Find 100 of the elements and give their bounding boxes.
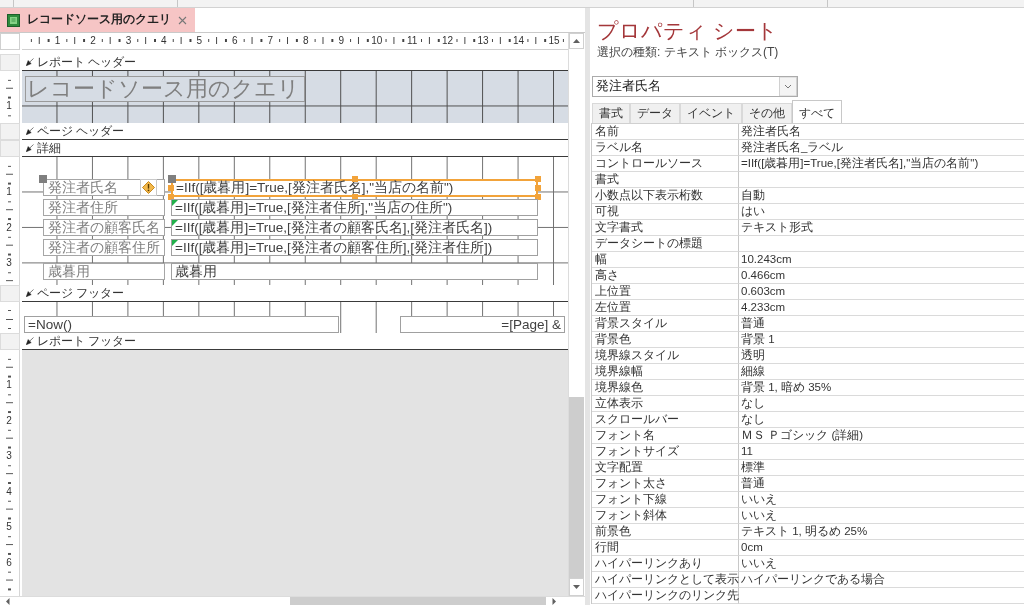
text-box[interactable]: =IIf([歳暮用]=True,[発注者住所],"当店の住所")	[171, 199, 538, 216]
property-name: 幅	[592, 252, 739, 268]
ruler-number: 3	[6, 258, 13, 269]
property-value-field[interactable]: 標準	[739, 460, 1024, 476]
document-tab[interactable]: レコードソース用のクエリ	[0, 8, 195, 32]
property-value-field[interactable]: 自動	[739, 188, 1024, 204]
property-value-field[interactable]: はい	[739, 204, 1024, 220]
ruler-number: 14	[513, 36, 525, 46]
field-label[interactable]: 歳暮用	[43, 263, 165, 280]
ruler-number: 6	[6, 557, 13, 568]
property-name: データシートの標題	[592, 236, 739, 252]
section-selector[interactable]	[0, 140, 20, 157]
property-name: 境界線幅	[592, 364, 739, 380]
property-value-field[interactable]: 4.233cm	[739, 300, 1024, 316]
property-name: ハイパーリンクのリンク先	[592, 588, 739, 604]
property-value-field[interactable]: 普通	[739, 316, 1024, 332]
text-box[interactable]: =[Page] &	[400, 316, 565, 333]
property-value-field[interactable]: 11	[739, 444, 1024, 460]
property-name: ハイパーリンクとして表示	[592, 572, 739, 588]
ruler-number: 1	[6, 187, 13, 198]
section-bar[interactable]: ページ ヘッダー	[22, 123, 568, 140]
property-name: 境界線スタイル	[592, 348, 739, 364]
property-value-field[interactable]: テキスト 1, 明るめ 25%	[739, 524, 1024, 540]
ruler-number: 2	[90, 36, 96, 46]
ruler-number: 5	[196, 36, 203, 46]
ruler-number: 2	[6, 222, 13, 233]
chevron-down-icon[interactable]	[779, 77, 797, 96]
property-name: 上位置	[592, 284, 739, 300]
ruler-number: 3	[125, 36, 132, 46]
section-bar[interactable]: レポート ヘッダー	[22, 54, 568, 71]
section-selector[interactable]	[0, 333, 20, 350]
text-box[interactable]: =Now()	[24, 316, 339, 333]
property-name: ハイパーリンクあり	[592, 556, 739, 572]
report-selector[interactable]	[0, 33, 20, 50]
field-label[interactable]: 発注者の顧客氏名	[43, 219, 165, 236]
section-selector[interactable]	[0, 54, 20, 71]
section-marker-icon	[26, 144, 34, 152]
scroll-down-icon[interactable]	[569, 578, 584, 596]
section-marker-icon	[26, 58, 34, 66]
property-value-field[interactable]: いいえ	[739, 556, 1024, 572]
ruler-number: 10	[371, 36, 383, 46]
close-icon[interactable]	[178, 15, 187, 25]
property-value-field[interactable]: 細線	[739, 364, 1024, 380]
resize-handle-icon[interactable]	[351, 176, 358, 182]
text-box[interactable]: =IIf([歳暮用]=True,[発注者の顧客住所],[発注者住所])	[171, 239, 538, 256]
section-marker-icon	[26, 289, 34, 297]
field-label[interactable]: 発注者の顧客住所	[43, 239, 165, 256]
property-value-field[interactable]: いいえ	[739, 492, 1024, 508]
property-value-field[interactable]: 0.603cm	[739, 284, 1024, 300]
vertical-scrollbar[interactable]	[568, 33, 584, 596]
text-box[interactable]: =IIf([歳暮用]=True,[発注者の顧客氏名],[発注者氏名])	[171, 219, 538, 236]
warning-icon[interactable]	[140, 179, 157, 196]
section-title: レポート ヘッダー	[37, 55, 137, 69]
property-value-field[interactable]: ハイパーリンクである場合	[739, 572, 1024, 588]
property-tab[interactable]: すべて	[792, 100, 842, 123]
section-bar[interactable]: ページ フッター	[22, 285, 568, 302]
move-handle-icon[interactable]	[168, 175, 176, 183]
property-tab[interactable]: イベント	[680, 103, 742, 123]
property-name: 行間	[592, 540, 739, 556]
section-title: レポート フッター	[37, 334, 137, 348]
text-box[interactable]: 歳暮用	[171, 263, 538, 280]
property-tab[interactable]: その他	[742, 103, 792, 123]
property-tab[interactable]: 書式	[592, 103, 630, 123]
property-name: 名前	[592, 124, 739, 140]
property-value-field[interactable]: 0.466cm	[739, 268, 1024, 284]
section-bar[interactable]: レポート フッター	[22, 333, 568, 350]
scroll-up-icon[interactable]	[569, 33, 584, 49]
property-name: ラベル名	[592, 140, 739, 156]
property-value-field[interactable]: いいえ	[739, 508, 1024, 524]
object-dropdown[interactable]: 発注者氏名	[592, 76, 798, 97]
scrollbar-thumb[interactable]	[569, 397, 584, 578]
section-bar[interactable]: 詳細	[22, 140, 568, 157]
property-name: 文字書式	[592, 220, 739, 236]
field-label[interactable]: 発注者住所	[43, 199, 165, 216]
scrollbar-thumb[interactable]	[290, 597, 546, 605]
property-value-field[interactable]: 10.243cm	[739, 252, 1024, 268]
ruler-number: 4	[161, 36, 167, 46]
property-value-field[interactable]: 0cm	[739, 540, 1024, 556]
property-value-field[interactable]: 背景 1, 暗め 35%	[739, 380, 1024, 396]
section-selector[interactable]	[0, 285, 20, 302]
property-value-field[interactable]: 透明	[739, 348, 1024, 364]
property-name: 境界線色	[592, 380, 739, 396]
property-name: 立体表示	[592, 396, 739, 412]
ruler-number: 1	[54, 36, 61, 46]
property-value-field[interactable]: 発注者氏名	[739, 124, 1024, 140]
ruler-number: 13	[477, 36, 489, 46]
horizontal-scrollbar[interactable]	[0, 596, 585, 605]
property-value-field[interactable]: ＭＳ Ｐゴシック (詳細)	[739, 428, 1024, 444]
property-sheet-title: プロパティ シート	[597, 18, 778, 44]
move-handle-icon[interactable]	[39, 175, 47, 183]
property-tab[interactable]: データ	[630, 103, 680, 123]
property-name: 可視	[592, 204, 739, 220]
property-value-field[interactable]: 普通	[739, 476, 1024, 492]
property-value-field[interactable]: 背景 1	[739, 332, 1024, 348]
property-value-field[interactable]: なし	[739, 412, 1024, 428]
property-value-field[interactable]: =IIf([歳暮用]=True,[発注者氏名],"当店の名前")	[739, 156, 1024, 172]
property-value-field[interactable]: なし	[739, 396, 1024, 412]
section-selector[interactable]	[0, 123, 20, 140]
property-value-field[interactable]: テキスト形式	[739, 220, 1024, 236]
property-value-field[interactable]: 発注者氏名_ラベル	[739, 140, 1024, 156]
